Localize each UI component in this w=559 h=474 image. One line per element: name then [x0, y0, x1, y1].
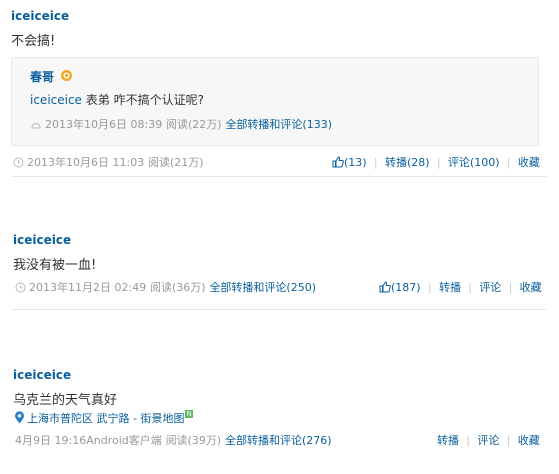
clock-icon [13, 157, 24, 171]
repost-button[interactable]: 转播 [437, 434, 459, 447]
post-meta: 4月9日 19:16Android客户端 阅读(39万) 全部转播和评论(276… [15, 432, 332, 448]
post-client: Android客户端 [86, 434, 162, 447]
post-actions: 转播 | 评论 | 收藏 [437, 432, 540, 448]
quoted-repost-link[interactable]: 全部转播和评论(133) [225, 118, 332, 131]
action-separator: | [505, 281, 516, 294]
post-text: 乌克兰的天气真好 [13, 393, 118, 408]
post-reads: 阅读(39万) [165, 434, 222, 447]
quoted-meta: 2013年10月6日 08:39 阅读(22万) 全部转播和评论(133) [30, 116, 332, 133]
clock-icon [15, 282, 26, 296]
action-separator: | [464, 281, 476, 294]
comment-button[interactable]: 评论 [479, 281, 501, 294]
post-time[interactable]: 4月9日 19:16 [15, 434, 86, 447]
map-new-badge: N [185, 410, 193, 418]
post-text: 不会搞! [11, 34, 56, 49]
repost-comments-link[interactable]: 全部转播和评论(276) [225, 434, 332, 447]
comment-button[interactable]: 评论(100) [448, 156, 500, 169]
post-author[interactable]: iceiceice [13, 368, 71, 382]
action-separator: | [370, 156, 382, 169]
action-separator: | [462, 434, 474, 447]
thumbs-up-icon [379, 281, 391, 296]
quoted-text-line: iceiceice 表弟 咋不搞个认证呢? [30, 91, 204, 108]
vip-badge-icon [60, 69, 73, 85]
favorite-button[interactable]: 收藏 [520, 281, 542, 294]
action-separator: | [503, 156, 515, 169]
quoted-time[interactable]: 2013年10月6日 08:39 [45, 118, 162, 131]
comment-button[interactable]: 评论 [477, 434, 499, 447]
action-separator: | [503, 434, 514, 447]
repost-comments-link[interactable]: 全部转播和评论(250) [209, 281, 316, 294]
quoted-mention[interactable]: iceiceice [30, 93, 82, 107]
post-time[interactable]: 2013年10月6日 11:03 [27, 156, 144, 169]
post-meta: 2013年10月6日 11:03 阅读(21万) [13, 154, 204, 171]
post-reads: 阅读(36万) [150, 281, 206, 294]
like-button[interactable]: (13) [332, 156, 367, 169]
repost-button[interactable]: 转播(28) [385, 156, 430, 169]
post-meta: 2013年11月2日 02:49 阅读(36万) 全部转播和评论(250) [15, 279, 316, 296]
post-author[interactable]: iceiceice [11, 9, 69, 23]
post-reads: 阅读(21万) [148, 156, 204, 169]
post-actions: (13) | 转播(28) | 评论(100) | 收藏 [332, 154, 540, 171]
post-location: 上海市普陀区 武宁路 - 街景地图 N [14, 410, 193, 427]
post-divider [11, 309, 547, 310]
repost-button[interactable]: 转播 [439, 281, 461, 294]
action-separator: | [433, 156, 445, 169]
post-actions: (187) | 转播 | 评论 | 收藏 [379, 279, 542, 296]
action-separator: | [424, 281, 436, 294]
clock-icon [30, 118, 42, 133]
post-author[interactable]: iceiceice [13, 233, 71, 247]
location-pin-icon [14, 411, 25, 427]
quoted-author[interactable]: 春哥 [30, 68, 54, 85]
quoted-text: 表弟 咋不搞个认证呢? [81, 93, 204, 107]
location-link[interactable]: 上海市普陀区 武宁路 - 街景地图 [27, 412, 184, 425]
post-divider [11, 176, 547, 177]
thumbs-up-icon [332, 156, 344, 171]
post-time[interactable]: 2013年11月2日 02:49 [29, 281, 146, 294]
post-text: 我没有被一血! [13, 258, 97, 273]
favorite-button[interactable]: 收藏 [518, 434, 540, 447]
quoted-reads: 阅读(22万) [166, 118, 222, 131]
like-button[interactable]: (187) [379, 281, 421, 294]
favorite-button[interactable]: 收藏 [518, 156, 540, 169]
